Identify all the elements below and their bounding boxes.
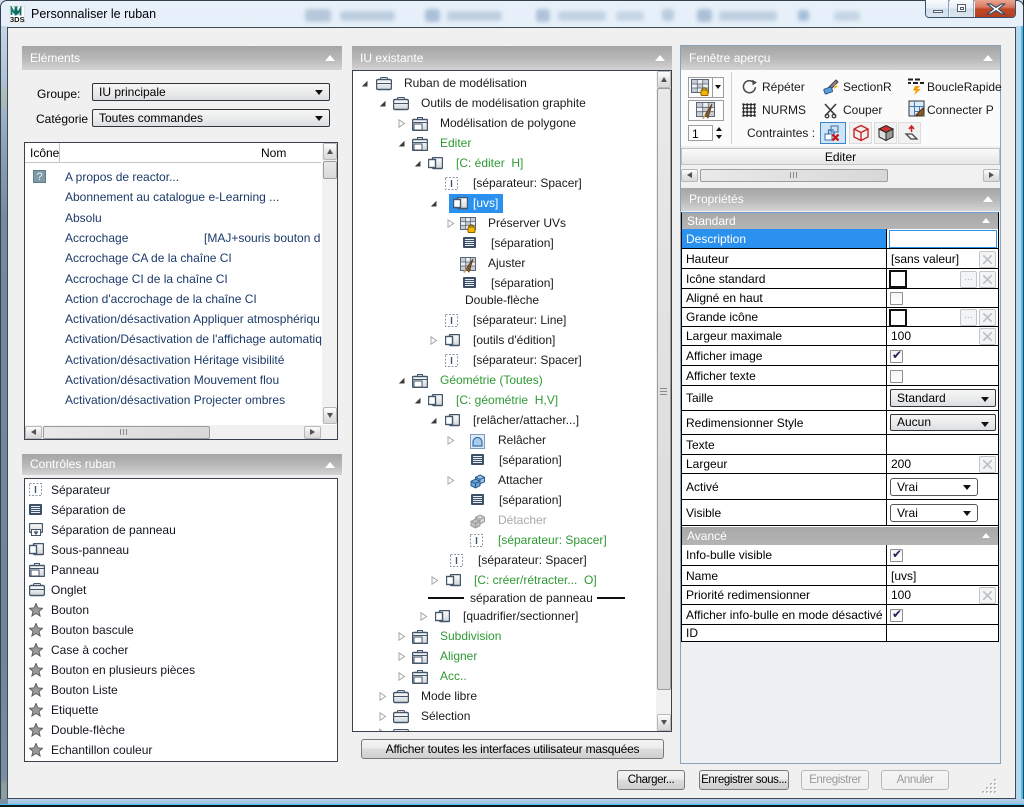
svg-text:3DS: 3DS [10, 15, 25, 23]
